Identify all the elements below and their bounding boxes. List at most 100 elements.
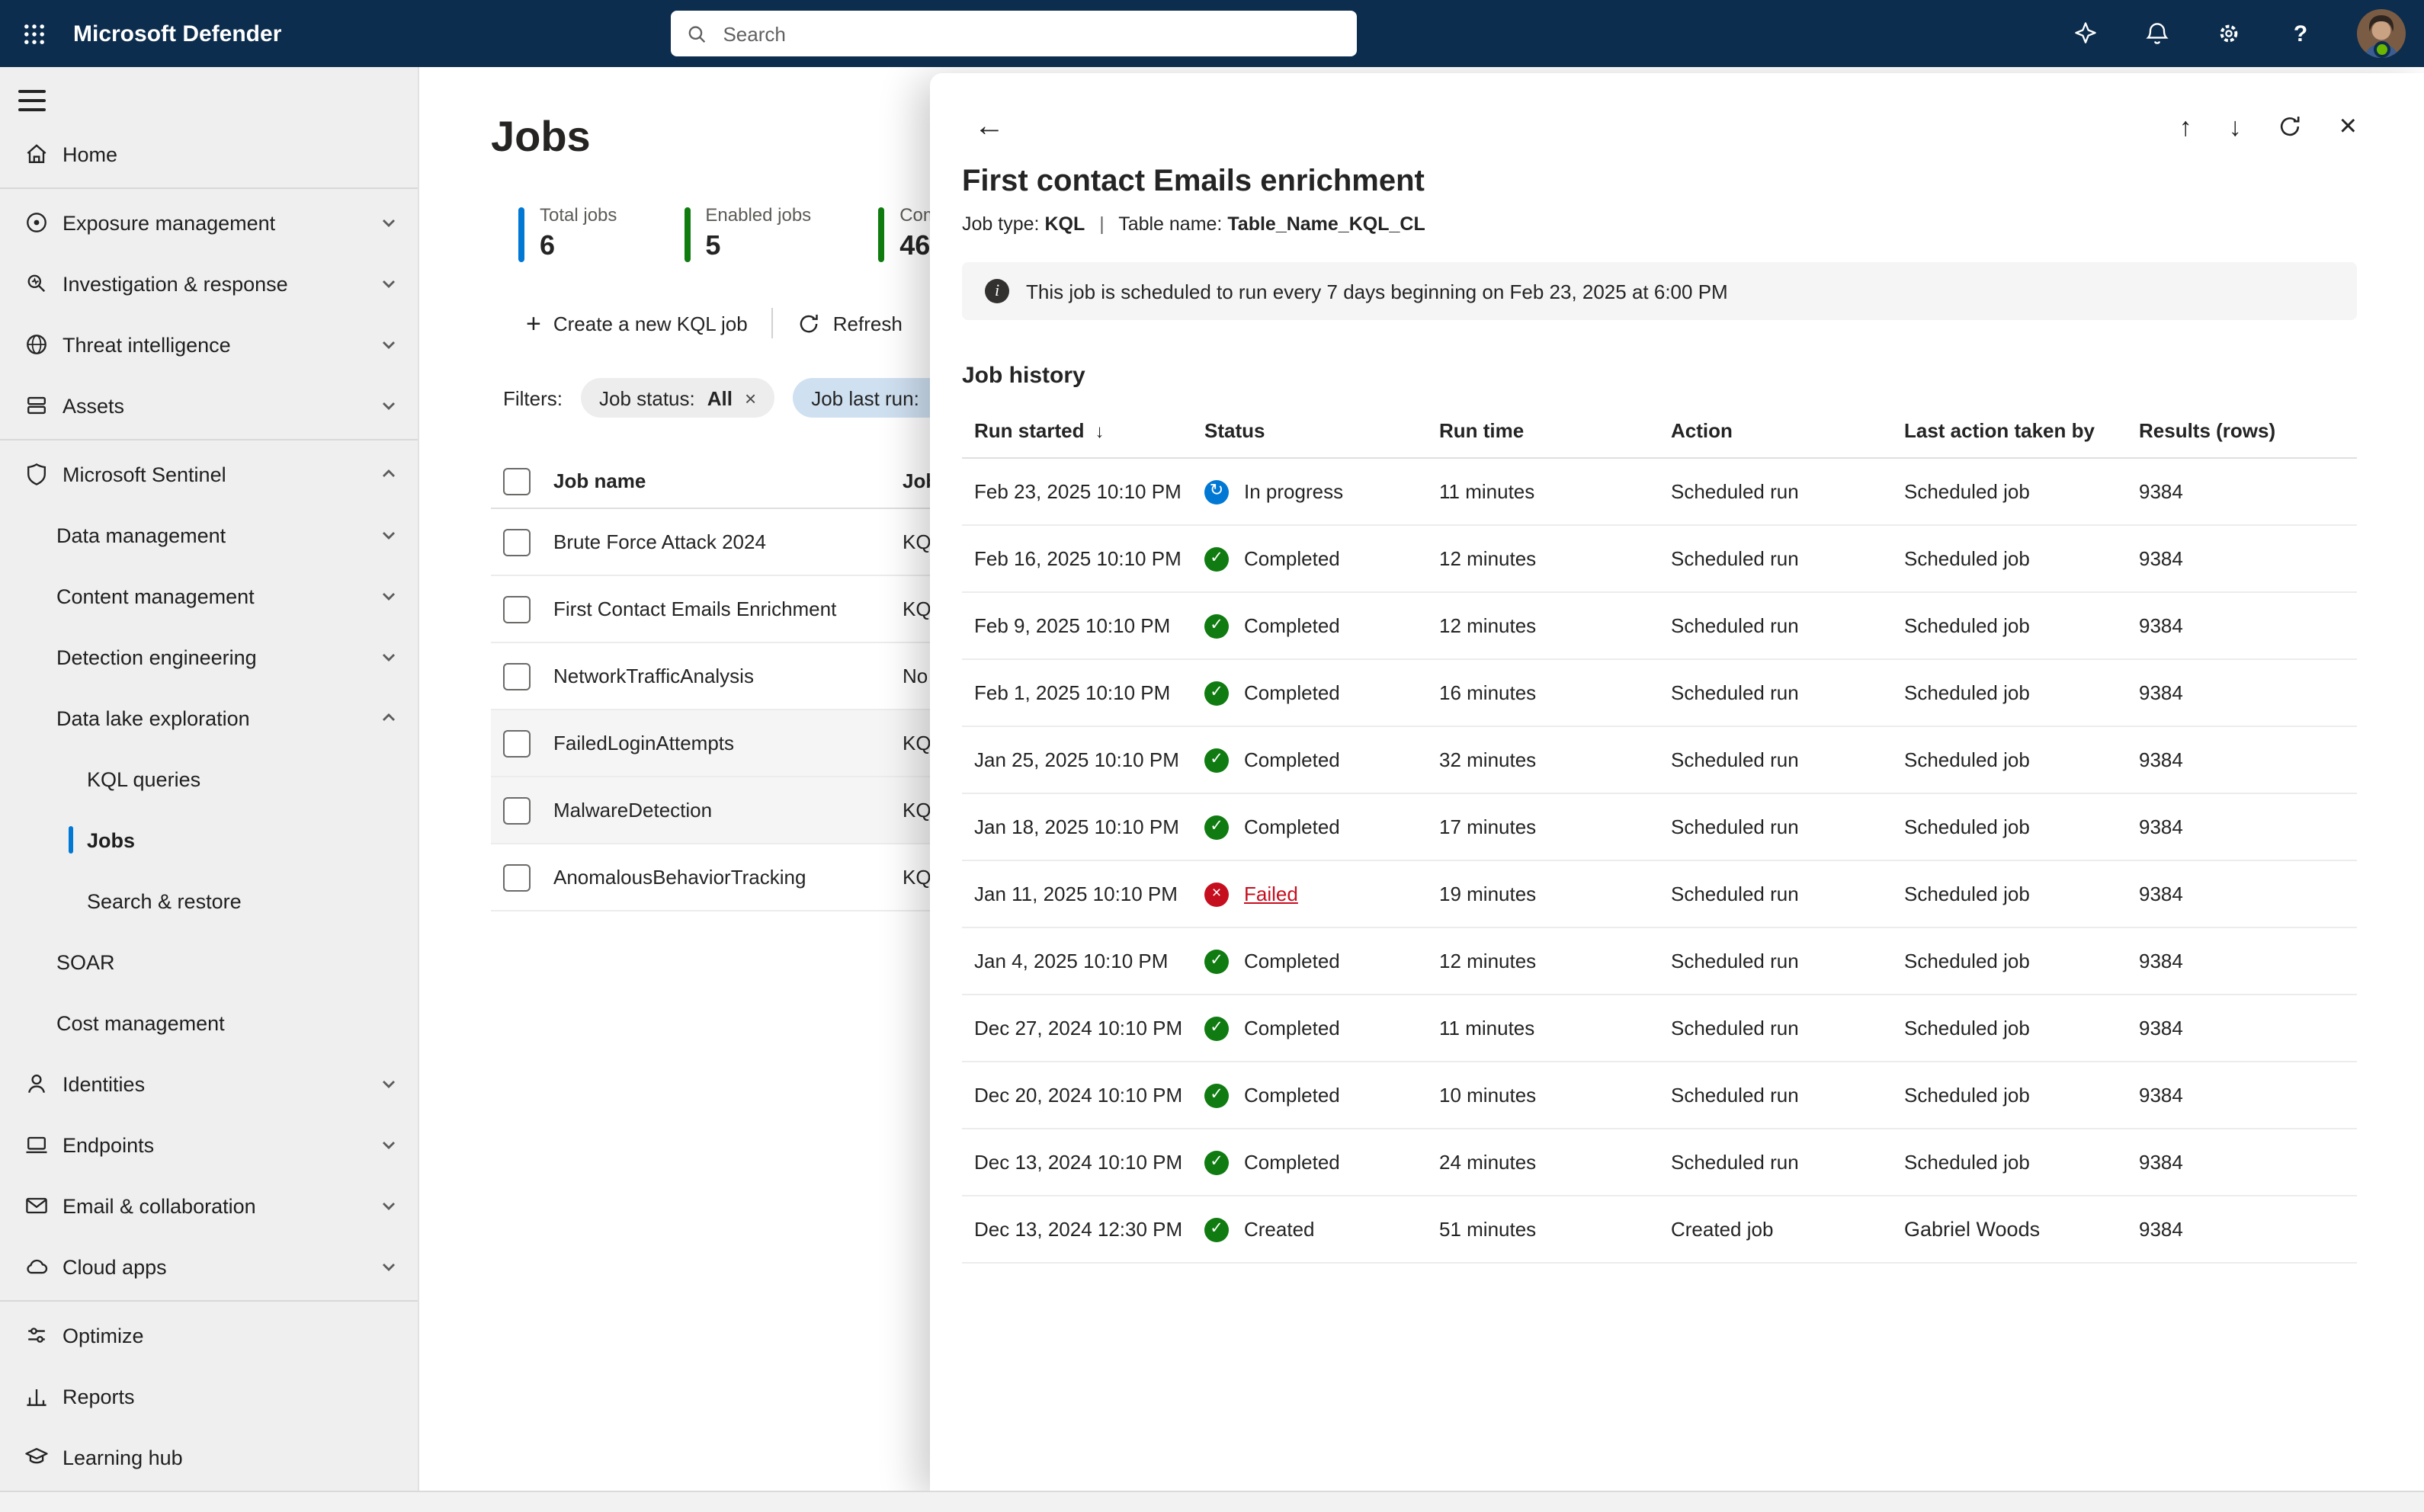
job-name[interactable]: First Contact Emails Enrichment (553, 597, 903, 620)
select-all-checkbox[interactable] (503, 467, 531, 495)
notifications-button[interactable] (2142, 18, 2172, 49)
sidebar-item-endpoints[interactable]: Endpoints (0, 1114, 418, 1175)
refresh-button[interactable]: Refresh (798, 312, 903, 335)
refresh-label: Refresh (833, 312, 903, 335)
sidebar-item-search-restore[interactable]: Search & restore (0, 870, 418, 931)
status-label: Completed (1244, 748, 1340, 771)
history-row[interactable]: Jan 4, 2025 10:10 PM ✓ Completed 12 minu… (962, 928, 2357, 995)
sidebar-item-identities[interactable]: Identities (0, 1053, 418, 1114)
stat-accent-bar (878, 207, 884, 262)
history-row[interactable]: Jan 11, 2025 10:10 PM × Failed 19 minute… (962, 861, 2357, 928)
back-button[interactable]: ← (974, 111, 1005, 142)
sidebar-item-optimize[interactable]: Optimize (0, 1305, 418, 1366)
copilot-button[interactable] (2070, 18, 2101, 49)
run-time: 32 minutes (1427, 748, 1659, 771)
status-cell: ✓ Completed (1192, 748, 1427, 772)
top-bar: Microsoft Defender (0, 0, 2424, 67)
nav-label: Data management (56, 524, 226, 546)
sidebar-item-detection-engineering[interactable]: Detection engineering (0, 626, 418, 687)
app-launcher-button[interactable] (0, 0, 67, 67)
sidebar-item-content-management[interactable]: Content management (0, 565, 418, 626)
column-run-time[interactable]: Run time (1427, 419, 1659, 442)
sidebar-item-exposure-management[interactable]: Exposure management (0, 192, 418, 253)
job-name[interactable]: NetworkTrafficAnalysis (553, 665, 903, 687)
history-row[interactable]: Dec 20, 2024 10:10 PM ✓ Completed 10 min… (962, 1062, 2357, 1129)
sidebar-item-microsoft-sentinel[interactable]: Microsoft Sentinel (0, 444, 418, 505)
create-kql-job-button[interactable]: + Create a new KQL job (526, 310, 748, 336)
column-job-name[interactable]: Job name (553, 469, 903, 492)
history-row[interactable]: Feb 9, 2025 10:10 PM ✓ Completed 12 minu… (962, 593, 2357, 660)
failed-icon: × (1204, 882, 1229, 906)
sidebar-item-investigation-response[interactable]: Investigation & response (0, 253, 418, 314)
help-button[interactable]: ? (2285, 18, 2316, 49)
sidebar-item-reports[interactable]: Reports (0, 1366, 418, 1427)
row-checkbox[interactable] (503, 729, 531, 757)
history-row[interactable]: Feb 1, 2025 10:10 PM ✓ Completed 16 minu… (962, 660, 2357, 727)
column-status[interactable]: Status (1192, 419, 1427, 442)
sidebar-item-assets[interactable]: Assets (0, 375, 418, 436)
row-checkbox[interactable] (503, 863, 531, 891)
close-button[interactable]: × (2339, 111, 2357, 142)
sidebar-item-cost-management[interactable]: Cost management (0, 992, 418, 1053)
history-row[interactable]: Jan 18, 2025 10:10 PM ✓ Completed 17 min… (962, 794, 2357, 861)
row-checkbox[interactable] (503, 796, 531, 824)
next-item-button[interactable]: ↓ (2229, 114, 2242, 139)
search-icon (686, 22, 707, 45)
column-run-started[interactable]: Run started↓ (962, 419, 1192, 442)
failed-status-link[interactable]: Failed (1244, 883, 1298, 905)
nav-label: Exposure management (63, 211, 275, 234)
history-row[interactable]: Dec 13, 2024 12:30 PM ✓ Created 51 minut… (962, 1196, 2357, 1264)
history-row[interactable]: Jan 25, 2025 10:10 PM ✓ Completed 32 min… (962, 727, 2357, 794)
job-name[interactable]: AnomalousBehaviorTracking (553, 866, 903, 889)
completed-icon: ✓ (1204, 815, 1229, 839)
waffle-icon (21, 21, 46, 46)
job-name[interactable]: FailedLoginAttempts (553, 732, 903, 754)
sidebar-item-soar[interactable]: SOAR (0, 931, 418, 992)
panel-tools: ↑ ↓ × (2179, 111, 2357, 142)
status-cell: ✓ Completed (1192, 1150, 1427, 1174)
sidebar-item-home[interactable]: Home (0, 123, 418, 184)
status-label: Completed (1244, 614, 1340, 637)
run-started: Dec 13, 2024 10:10 PM (962, 1151, 1192, 1174)
hamburger-menu-button[interactable] (18, 90, 49, 111)
global-search[interactable] (671, 11, 1357, 56)
stat-enabled-jobs: Enabled jobs 5 (684, 204, 811, 262)
history-row[interactable]: Dec 13, 2024 10:10 PM ✓ Completed 24 min… (962, 1129, 2357, 1196)
job-name[interactable]: Brute Force Attack 2024 (553, 530, 903, 553)
history-row[interactable]: Feb 23, 2025 10:10 PM ↻ In progress 11 m… (962, 459, 2357, 526)
sidebar-item-jobs[interactable]: Jobs (0, 809, 418, 870)
column-last-action-by[interactable]: Last action taken by (1892, 419, 2127, 442)
meta-divider: | (1099, 213, 1105, 235)
previous-item-button[interactable]: ↑ (2179, 114, 2192, 139)
panel-refresh-button[interactable] (2278, 114, 2303, 139)
nav-label: KQL queries (87, 767, 200, 790)
sidebar-item-data-management[interactable]: Data management (0, 505, 418, 565)
row-checkbox[interactable] (503, 662, 531, 690)
sidebar-item-kql-queries[interactable]: KQL queries (0, 748, 418, 809)
sort-descending-icon[interactable]: ↓ (1095, 421, 1104, 442)
column-results[interactable]: Results (rows) (2127, 419, 2357, 442)
sidebar-item-data-lake-exploration[interactable]: Data lake exploration (0, 687, 418, 748)
column-action[interactable]: Action (1659, 419, 1892, 442)
search-input[interactable] (720, 21, 1342, 46)
info-icon: i (985, 279, 1009, 303)
job-name[interactable]: MalwareDetection (553, 799, 903, 822)
row-checkbox[interactable] (503, 528, 531, 556)
history-row[interactable]: Feb 16, 2025 10:10 PM ✓ Completed 12 min… (962, 526, 2357, 593)
nav-separator (0, 1300, 418, 1302)
settings-button[interactable] (2214, 18, 2244, 49)
history-row[interactable]: Dec 27, 2024 10:10 PM ✓ Completed 11 min… (962, 995, 2357, 1062)
presence-indicator (2374, 41, 2390, 58)
action: Scheduled run (1659, 815, 1892, 838)
sidebar-item-email-collaboration[interactable]: Email & collaboration (0, 1175, 418, 1236)
completed-icon: ✓ (1204, 613, 1229, 638)
run-started: Feb 23, 2025 10:10 PM (962, 480, 1192, 503)
results: 9384 (2127, 681, 2357, 704)
filter-job-status-pill[interactable]: Job status: All × (581, 378, 774, 418)
sidebar-item-cloud-apps[interactable]: Cloud apps (0, 1236, 418, 1297)
sidebar-item-learning-hub[interactable]: Learning hub (0, 1427, 418, 1488)
remove-filter-icon[interactable]: × (745, 386, 756, 409)
row-checkbox[interactable] (503, 595, 531, 623)
sidebar-item-threat-intelligence[interactable]: Threat intelligence (0, 314, 418, 375)
status-cell: ✓ Completed (1192, 1083, 1427, 1107)
